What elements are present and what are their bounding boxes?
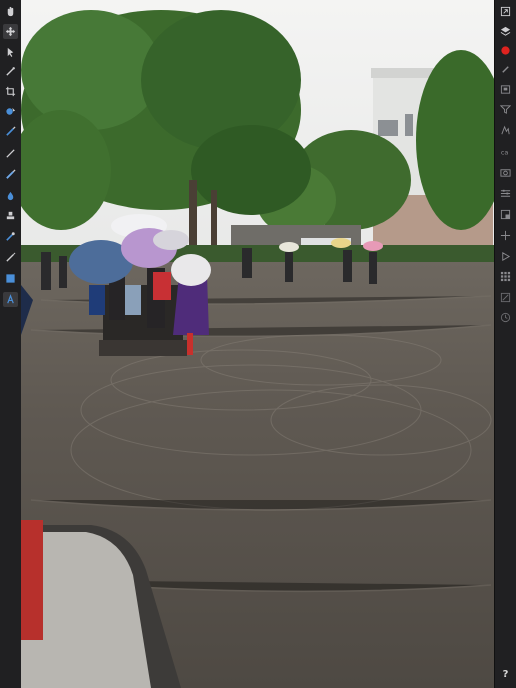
snapping-icon[interactable] <box>498 228 513 243</box>
navigator-icon[interactable] <box>498 82 513 97</box>
color-swatch-icon[interactable] <box>498 43 513 58</box>
color-picker-tool-icon[interactable] <box>3 84 18 99</box>
help-button[interactable]: ? <box>498 667 513 682</box>
shape-tool-icon[interactable] <box>3 250 18 265</box>
photo-canvas[interactable] <box>21 0 495 688</box>
channels-icon[interactable]: ca <box>498 144 513 159</box>
svg-text:ca: ca <box>501 148 509 156</box>
clone-tool-icon[interactable] <box>3 188 18 203</box>
eyedropper-tool-icon[interactable] <box>3 229 18 244</box>
layers-icon[interactable] <box>498 24 513 39</box>
filter-icon[interactable] <box>498 102 513 117</box>
play-macro-icon[interactable] <box>498 249 513 264</box>
smudge-tool-icon[interactable] <box>3 208 18 223</box>
fill-tool-icon[interactable] <box>3 167 18 182</box>
sliders-icon[interactable] <box>498 186 513 201</box>
history-icon[interactable] <box>498 290 513 305</box>
right-toolbar: ca ? <box>494 0 516 688</box>
crop-tool-icon[interactable] <box>3 64 18 79</box>
selection-brush-tool-icon[interactable] <box>3 104 18 119</box>
camera-icon[interactable] <box>498 165 513 180</box>
grid-icon[interactable] <box>498 269 513 284</box>
flooded-street-photo <box>21 0 495 688</box>
pencil-tool-icon[interactable] <box>3 146 18 161</box>
text-tool-icon[interactable] <box>3 292 18 307</box>
rectangle-tool-icon[interactable] <box>3 271 18 286</box>
move-tool-icon[interactable] <box>3 24 18 39</box>
clock-icon[interactable] <box>498 310 513 325</box>
brush-tool-icon[interactable] <box>3 124 18 139</box>
brushes-icon[interactable] <box>498 62 513 77</box>
hand-tool-icon[interactable] <box>3 4 18 19</box>
adjustments-icon[interactable] <box>498 123 513 138</box>
transform-icon[interactable] <box>498 207 513 222</box>
paint-brush-tool-icon[interactable] <box>3 44 18 59</box>
export-icon[interactable] <box>498 4 513 19</box>
left-toolbar <box>0 0 22 688</box>
